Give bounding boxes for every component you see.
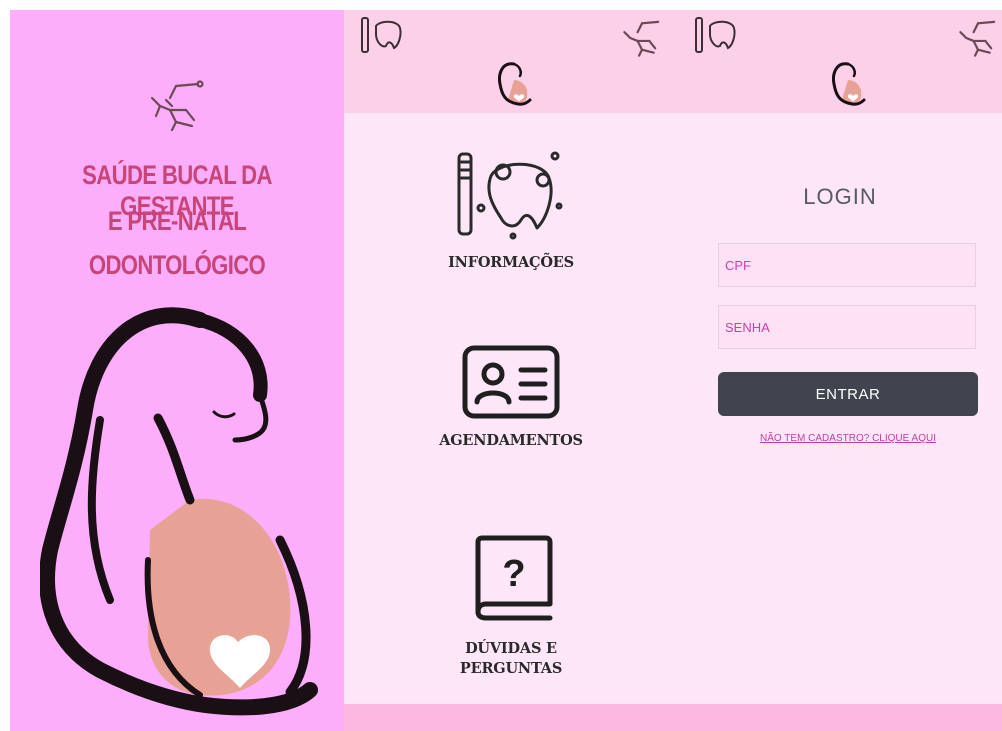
cpf-field[interactable]: [718, 243, 976, 287]
login-title: LOGIN: [803, 184, 877, 209]
tooth-toothbrush-icon: [457, 151, 563, 240]
pregnant-woman-icon: [832, 62, 866, 106]
signup-link[interactable]: NÃO TEM CADASTRO? CLIQUE AQUI: [718, 433, 978, 444]
menu-item-label: INFORMAÇÕES: [448, 254, 574, 271]
app-title-line-2: E PRÉ-NATAL: [107, 206, 247, 236]
dental-chair-icon: [150, 80, 204, 132]
menu-item-label: AGENDAMENTOS: [439, 432, 583, 449]
menu-item-label: DÚVIDAS E: [465, 640, 557, 657]
dental-chair-icon: [623, 20, 660, 57]
question-book-icon: ?: [475, 535, 553, 621]
password-field[interactable]: [718, 305, 976, 349]
splash-screen: SAÚDE BUCAL DA GESTANTE E PRÉ-NATAL ODON…: [10, 10, 344, 731]
login-header: [678, 10, 1002, 113]
menu-screen: INFORMAÇÕES AGENDAMENTOS ? DÚVIDAS E PER…: [344, 10, 678, 731]
login-button[interactable]: ENTRAR: [718, 372, 978, 416]
pregnant-woman-icon: [498, 62, 532, 106]
menu-item-agendamentos[interactable]: AGENDAMENTOS: [404, 340, 618, 460]
pregnant-woman-icon: [40, 307, 318, 716]
menu-item-informacoes[interactable]: INFORMAÇÕES: [404, 140, 618, 280]
app-title-line-3: ODONTOLÓGICO: [88, 250, 266, 280]
menu-footer: [344, 704, 678, 731]
tooth-toothbrush-icon: [695, 17, 736, 53]
menu-item-duvidas[interactable]: ? DÚVIDAS E PERGUNTAS: [404, 530, 618, 680]
dental-chair-icon: [959, 20, 996, 57]
tooth-toothbrush-icon: [361, 17, 402, 53]
id-card-icon: [462, 345, 560, 419]
login-footer: [678, 704, 1002, 731]
cpf-input[interactable]: [719, 244, 975, 286]
menu-header: [344, 10, 678, 113]
menu-item-label: PERGUNTAS: [459, 660, 563, 677]
password-input[interactable]: [719, 306, 975, 348]
svg-text:?: ?: [502, 553, 525, 595]
login-screen: LOGIN ENTRAR NÃO TEM CADASTRO? CLIQUE AQ…: [678, 10, 1002, 731]
